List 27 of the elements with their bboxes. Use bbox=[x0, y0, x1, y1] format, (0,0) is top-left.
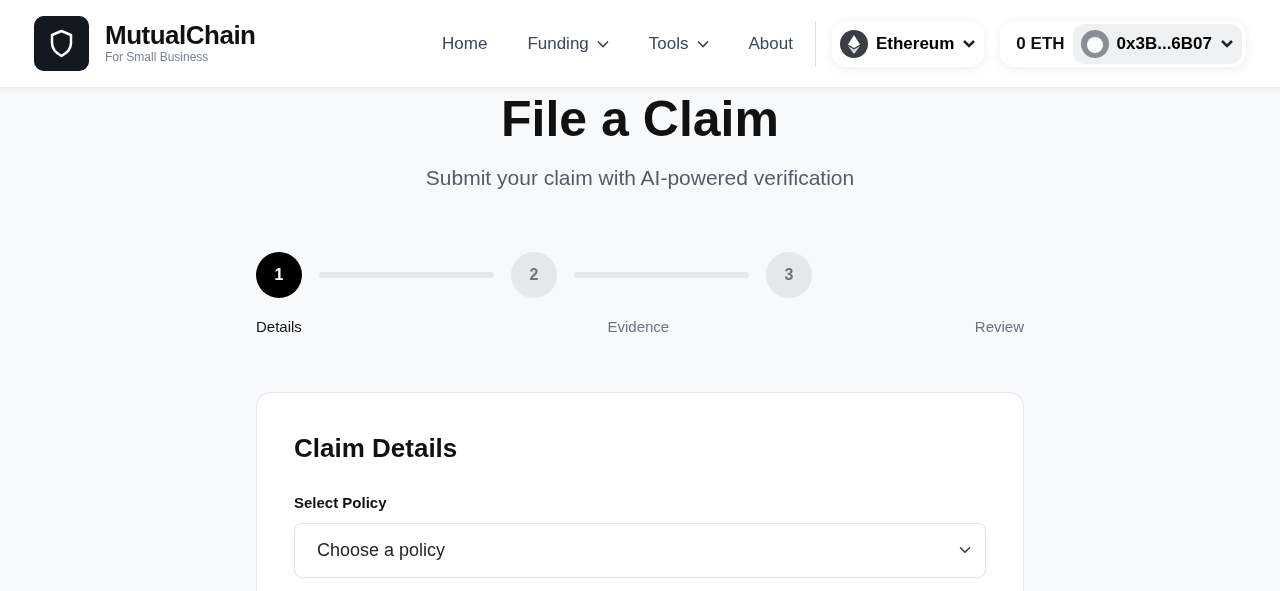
nav-menu[interactable]: Tools bbox=[648, 30, 709, 57]
balance: 0 ETH bbox=[1016, 32, 1065, 55]
avatar-icon bbox=[1080, 29, 1109, 58]
ethereum-icon bbox=[839, 29, 868, 58]
card-title: Claim Details bbox=[294, 433, 459, 465]
step-number[interactable]: 3 bbox=[766, 251, 812, 298]
network-selector[interactable]: Ethereum bbox=[831, 20, 985, 67]
nav-menu[interactable]: Funding bbox=[527, 30, 609, 57]
step-number[interactable]: 2 bbox=[511, 251, 557, 298]
chevron-down-icon bbox=[596, 39, 609, 48]
brand-name: MutualChain bbox=[105, 21, 256, 48]
nav-link[interactable]: Home bbox=[442, 30, 488, 57]
shield-logo-icon bbox=[34, 16, 89, 71]
account-button[interactable]: 0x3B...6B07 bbox=[1072, 23, 1242, 64]
field-label: Select Policy bbox=[294, 493, 388, 514]
chevron-down-icon bbox=[962, 39, 977, 48]
chevron-down-icon bbox=[1220, 39, 1234, 48]
brand-tagline: For Small Business bbox=[105, 48, 210, 66]
policy-select[interactable]: Choose a policy bbox=[294, 522, 986, 578]
chevron-down-icon bbox=[696, 39, 709, 48]
step-label: Details bbox=[256, 316, 302, 337]
step-label: Evidence bbox=[607, 316, 670, 337]
page-title: File a Claim bbox=[501, 94, 779, 144]
page-subtitle: Submit your claim with AI-powered verification bbox=[425, 165, 855, 191]
step-number[interactable]: 1 bbox=[256, 251, 302, 298]
nav-link[interactable]: About bbox=[748, 30, 793, 57]
step-label: Review bbox=[974, 316, 1024, 337]
